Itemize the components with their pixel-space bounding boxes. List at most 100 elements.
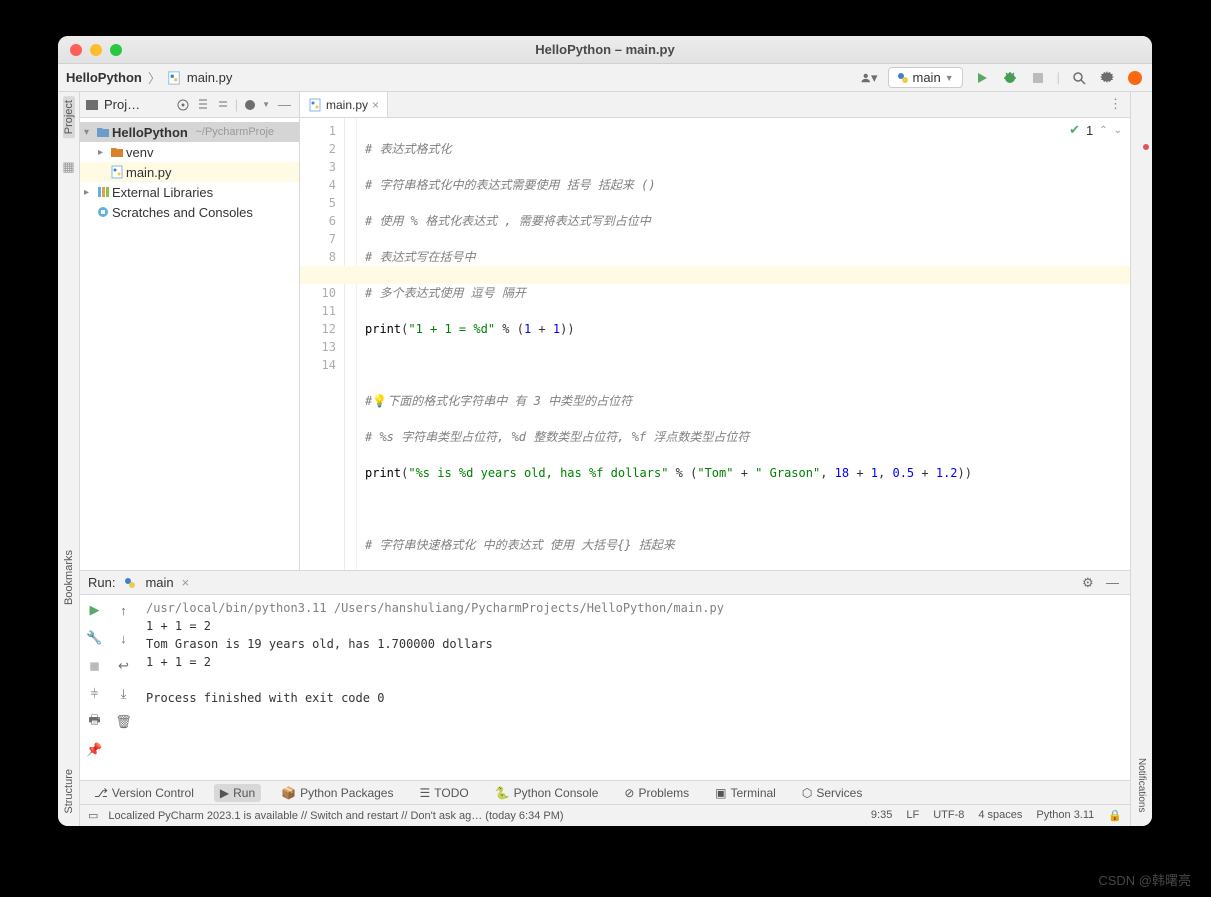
wrap-icon[interactable]: ↩	[113, 655, 135, 677]
jetbrains-icon[interactable]	[1126, 69, 1144, 87]
tab-label: main.py	[326, 98, 368, 112]
minimize-icon[interactable]: —	[274, 97, 295, 112]
file-encoding[interactable]: UTF-8	[933, 809, 964, 822]
prev-highlight-icon[interactable]: ⌃	[1099, 125, 1107, 136]
run-toolbar: ▶ 🔧 ◼ ⫩ 🖶 📌 ↑ ↓ ↩ ⤓ 🗑	[80, 595, 138, 780]
breadcrumb-file[interactable]: main.py	[187, 70, 233, 85]
run-config-name: main	[913, 70, 941, 85]
python-file-icon	[110, 165, 124, 179]
gear-icon[interactable]	[242, 97, 258, 113]
bottom-tool-tabs: ⎇Version Control ▶Run 📦Python Packages ☰…	[80, 780, 1130, 804]
console-output[interactable]: /usr/local/bin/python3.11 /Users/hanshul…	[138, 595, 1130, 780]
tab-todo[interactable]: ☰TODO	[413, 784, 474, 802]
tree-scratches[interactable]: Scratches and Consoles	[80, 202, 299, 222]
python-icon	[897, 72, 909, 84]
folder-icon	[96, 125, 110, 139]
run-configuration[interactable]: main ▼	[888, 67, 963, 88]
breadcrumb-project[interactable]: HelloPython	[66, 70, 142, 85]
run-tab-name[interactable]: main	[145, 575, 173, 590]
tree-project-root[interactable]: ▾ HelloPython ~/PycharmProje	[80, 122, 299, 142]
next-highlight-icon[interactable]: ⌄	[1114, 125, 1122, 136]
python-interpreter[interactable]: Python 3.11	[1036, 809, 1094, 822]
python-file-icon	[167, 71, 181, 85]
chevron-down-icon[interactable]: ▼	[262, 100, 270, 109]
tab-run[interactable]: ▶Run	[214, 784, 261, 802]
minimize-icon[interactable]: —	[1106, 575, 1122, 591]
tab-python-console[interactable]: 🐍Python Console	[489, 784, 605, 802]
collapse-all-icon[interactable]	[215, 97, 231, 113]
code-area[interactable]: 1234567891011121314 # 表达式格式化 # 字符串格式化中的表…	[300, 118, 1130, 570]
rerun-button[interactable]: ▶	[84, 599, 106, 621]
chevron-down-icon: ▼	[945, 73, 954, 83]
gear-icon[interactable]: ⚙	[1082, 575, 1098, 591]
tree-ext-lib-label: External Libraries	[112, 185, 213, 200]
fold-column	[345, 118, 357, 570]
pin-icon[interactable]: 📌	[84, 739, 106, 761]
user-icon[interactable]: ▾	[860, 69, 878, 87]
navigation-bar: HelloPython 〉 main.py ▾ main ▼ |	[58, 64, 1152, 92]
tree-ext-libraries[interactable]: ▸ External Libraries	[80, 182, 299, 202]
ide-window: HelloPython – main.py HelloPython 〉 main…	[58, 36, 1152, 826]
line-separator[interactable]: LF	[906, 809, 919, 822]
package-icon: 📦	[281, 786, 296, 800]
search-icon[interactable]	[1070, 69, 1088, 87]
up-icon[interactable]: ↑	[113, 599, 135, 621]
sidebar-tab-notifications[interactable]: Notifications	[1136, 754, 1147, 816]
indent-info[interactable]: 4 spaces	[978, 809, 1022, 822]
run-label: Run:	[88, 575, 115, 590]
bulb-icon[interactable]: 💡	[372, 394, 387, 408]
inspection-widget[interactable]: ✔ 1 ⌃ ⌄	[1069, 122, 1122, 138]
tree-main-file[interactable]: main.py	[80, 162, 299, 182]
scroll-icon[interactable]: ⤓	[113, 683, 135, 705]
close-icon[interactable]: ×	[182, 575, 190, 590]
left-tool-strip: Project ▦ Bookmarks Structure	[58, 92, 80, 826]
todo-icon: ☰	[419, 786, 430, 800]
sidebar-tab-project[interactable]: Project	[63, 96, 75, 138]
wrench-icon[interactable]: 🔧	[84, 627, 106, 649]
tree-venv[interactable]: ▸ venv	[80, 142, 299, 162]
chevron-right-icon: 〉	[148, 68, 161, 87]
right-tool-strip: Notifications	[1130, 92, 1152, 826]
tab-services[interactable]: ⬡Services	[796, 784, 869, 802]
editor-tabs: main.py × ⋮	[300, 92, 1130, 118]
lock-icon[interactable]: 🔒	[1108, 809, 1122, 822]
tab-terminal[interactable]: ▣Terminal	[709, 784, 782, 802]
expand-all-icon[interactable]	[195, 97, 211, 113]
console-icon: 🐍	[495, 786, 510, 800]
cursor-position[interactable]: 9:35	[871, 809, 892, 822]
tab-python-packages[interactable]: 📦Python Packages	[275, 784, 399, 802]
more-icon[interactable]: ⋮	[1101, 92, 1130, 117]
inspection-count: 1	[1086, 123, 1093, 138]
line-gutter: 1234567891011121314	[300, 118, 345, 570]
folder-icon[interactable]: ▦	[60, 158, 78, 176]
project-panel: Proj… | ▼ — ▾ HelloPython	[80, 92, 300, 570]
project-tree: ▾ HelloPython ~/PycharmProje ▸ venv	[80, 118, 299, 226]
status-message[interactable]: Localized PyCharm 2023.1 is available //…	[108, 810, 563, 822]
sidebar-tab-bookmarks[interactable]: Bookmarks	[63, 546, 75, 609]
run-button[interactable]	[973, 69, 991, 87]
toggle-tool-window-icon[interactable]: ▭	[88, 809, 98, 822]
window-title: HelloPython – main.py	[58, 42, 1152, 57]
close-icon[interactable]: ×	[372, 98, 379, 112]
tab-version-control[interactable]: ⎇Version Control	[88, 784, 200, 802]
chevron-right-icon: ▸	[98, 147, 108, 158]
stop-button	[1029, 69, 1047, 87]
sidebar-tab-structure[interactable]: Structure	[63, 765, 75, 818]
terminal-icon: ▣	[715, 786, 726, 800]
chevron-right-icon: ▸	[84, 187, 94, 198]
target-icon[interactable]	[175, 97, 191, 113]
editor-tab-main[interactable]: main.py ×	[300, 92, 388, 117]
watermark: CSDN @韩曙亮	[1098, 870, 1191, 889]
chevron-down-icon: ▾	[84, 127, 94, 138]
print-icon[interactable]: 🖶	[84, 711, 106, 733]
editor: main.py × ⋮ 1234567891011121314 # 表达式格式化…	[300, 92, 1130, 570]
code-content[interactable]: # 表达式格式化 # 字符串格式化中的表达式需要使用 括号 括起来 () # 使…	[357, 118, 1130, 570]
clear-icon[interactable]: 🗑	[113, 711, 135, 733]
project-icon	[84, 97, 100, 113]
layout-icon[interactable]: ⫩	[84, 683, 106, 705]
tree-venv-label: venv	[126, 145, 153, 160]
tab-problems[interactable]: ⊘Problems	[618, 784, 695, 802]
down-icon[interactable]: ↓	[113, 627, 135, 649]
debug-button[interactable]	[1001, 69, 1019, 87]
settings-icon[interactable]	[1098, 69, 1116, 87]
